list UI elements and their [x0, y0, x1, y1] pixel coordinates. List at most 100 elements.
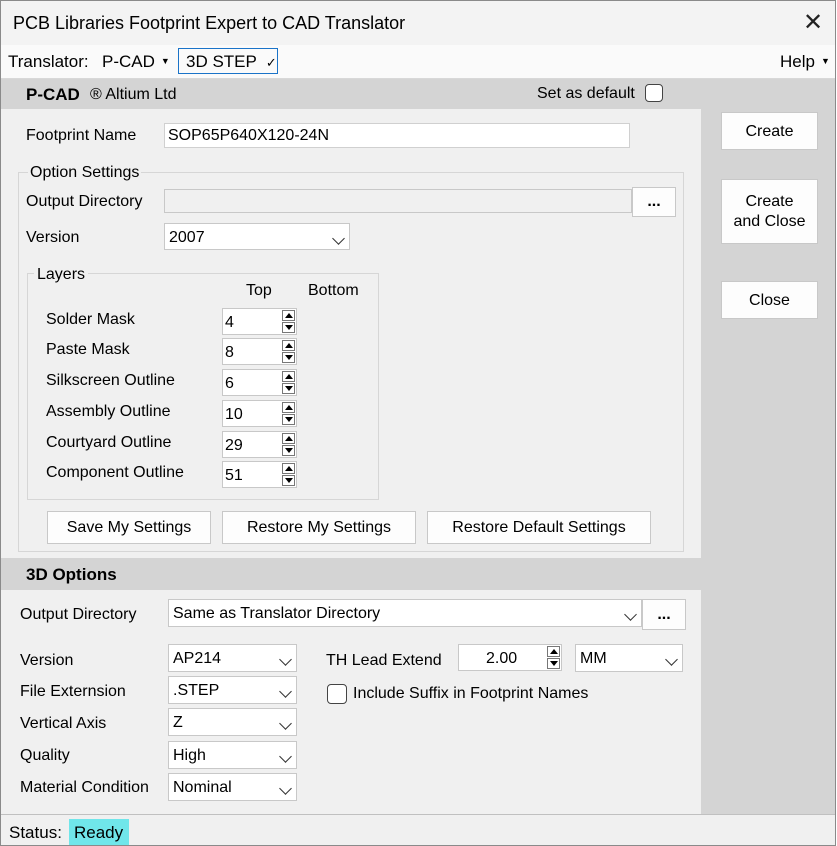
material-condition-label: Material Condition: [20, 779, 149, 796]
set-default-checkbox[interactable]: [645, 84, 663, 102]
spin-up-icon[interactable]: [282, 433, 295, 444]
spin-down-icon[interactable]: [282, 383, 295, 394]
layer-value-silkscreen-outline: 6: [225, 375, 234, 392]
chevron-down-icon: [279, 685, 292, 698]
3d-version-select[interactable]: AP214: [168, 644, 297, 672]
pcad-vendor: ® Altium Ltd: [90, 86, 177, 103]
close-window-icon[interactable]: ✕: [800, 9, 826, 37]
3d-options-header: 3D Options: [1, 558, 701, 590]
version-select[interactable]: 2007: [164, 223, 350, 250]
footprint-name-label: Footprint Name: [26, 127, 137, 144]
menu-pcad-caret-icon: ▼: [160, 56, 170, 66]
layer-label-courtyard-outline: Courtyard Outline: [46, 434, 172, 451]
layer-spin-solder-mask[interactable]: 4: [222, 308, 297, 335]
pcad-header: P-CAD ® Altium Ltd Set as default: [1, 79, 701, 109]
chevron-down-icon: [279, 717, 292, 730]
layer-label-silkscreen-outline: Silkscreen Outline: [46, 372, 175, 389]
material-condition-select[interactable]: Nominal: [168, 773, 297, 801]
layer-spin-paste-mask[interactable]: 8: [222, 338, 297, 365]
chevron-down-icon: [332, 232, 345, 245]
spin-up-icon[interactable]: [282, 463, 295, 474]
close-button[interactable]: Close: [721, 281, 818, 319]
spinner: [282, 402, 295, 426]
include-suffix-label: Include Suffix in Footprint Names: [353, 685, 589, 702]
layer-spin-silkscreen-outline[interactable]: 6: [222, 369, 297, 396]
spinner: [282, 371, 295, 395]
units-select[interactable]: MM: [575, 644, 683, 672]
footprint-name-field[interactable]: SOP65P640X120-24N: [164, 123, 630, 148]
layer-spin-courtyard-outline[interactable]: 29: [222, 431, 297, 458]
spin-down-icon[interactable]: [282, 475, 295, 486]
units-value: MM: [580, 650, 607, 667]
triangle: [285, 355, 293, 360]
triangle: [285, 466, 293, 471]
triangle: [285, 417, 293, 422]
menu-3d-step-label: 3D STEP: [186, 52, 257, 71]
menu-bar: Translator: P-CAD ▼ 3D STEP ✓ Help ▼: [1, 45, 835, 79]
3d-output-directory-select[interactable]: Same as Translator Directory: [168, 599, 642, 627]
triangle: [285, 374, 293, 379]
spin-down-icon[interactable]: [547, 658, 560, 669]
save-my-settings-button[interactable]: Save My Settings: [47, 511, 211, 544]
triangle: [550, 649, 558, 654]
3d-version-label: Version: [20, 652, 74, 669]
triangle: [285, 313, 293, 318]
output-directory-field[interactable]: [164, 189, 632, 213]
spin-up-icon[interactable]: [282, 310, 295, 321]
spin-up-icon[interactable]: [282, 371, 295, 382]
output-directory-browse-button[interactable]: ...: [632, 187, 676, 217]
spin-up-icon[interactable]: [282, 340, 295, 351]
title-bar: PCB Libraries Footprint Expert to CAD Tr…: [1, 1, 835, 45]
layers-label: Layers: [34, 266, 89, 284]
quality-label: Quality: [20, 747, 70, 764]
layer-spin-assembly-outline[interactable]: 10: [222, 400, 297, 427]
menu-3d-step[interactable]: 3D STEP ✓: [178, 48, 278, 74]
menu-help[interactable]: Help ▼: [780, 52, 830, 72]
create-button[interactable]: Create: [721, 112, 818, 150]
layer-spin-component-outline[interactable]: 51: [222, 461, 297, 488]
menu-help-caret-icon: ▼: [820, 56, 830, 66]
th-lead-extend-spinner[interactable]: 2.00: [458, 644, 562, 671]
file-extension-value: .STEP: [173, 682, 220, 699]
checkmark-icon: ✓: [265, 55, 277, 70]
chevron-down-icon: [279, 653, 292, 666]
file-extension-select[interactable]: .STEP: [168, 676, 297, 704]
option-settings-label: Option Settings: [28, 164, 142, 182]
material-condition-value: Nominal: [173, 779, 232, 796]
vertical-axis-value: Z: [173, 714, 183, 731]
spinner: [282, 340, 295, 364]
layer-value-assembly-outline: 10: [225, 406, 243, 423]
vertical-axis-select[interactable]: Z: [168, 708, 297, 736]
include-suffix-checkbox[interactable]: [327, 684, 347, 704]
layer-value-component-outline: 51: [225, 467, 243, 484]
triangle: [285, 448, 293, 453]
spin-down-icon[interactable]: [282, 445, 295, 456]
spin-down-icon[interactable]: [282, 414, 295, 425]
spin-down-icon[interactable]: [282, 322, 295, 333]
spin-up-icon[interactable]: [547, 646, 560, 657]
layer-value-paste-mask: 8: [225, 344, 234, 361]
translator-window: PCB Libraries Footprint Expert to CAD Tr…: [0, 0, 836, 846]
restore-default-settings-button[interactable]: Restore Default Settings: [427, 511, 651, 544]
3d-output-directory-browse-button[interactable]: ...: [642, 599, 686, 630]
status-label: Status:: [9, 823, 62, 842]
triangle: [285, 386, 293, 391]
chevron-down-icon: [279, 782, 292, 795]
chevron-down-icon: [665, 653, 678, 666]
chevron-down-icon: [624, 608, 637, 621]
triangle: [285, 325, 293, 330]
menu-pcad[interactable]: P-CAD ▼: [102, 52, 170, 72]
layers-col-top: Top: [246, 282, 272, 299]
restore-my-settings-button[interactable]: Restore My Settings: [222, 511, 416, 544]
status-bar: Status: Ready: [1, 814, 835, 845]
3d-output-directory-label: Output Directory: [20, 606, 137, 623]
spin-down-icon[interactable]: [282, 352, 295, 363]
spin-up-icon[interactable]: [282, 402, 295, 413]
quality-select[interactable]: High: [168, 741, 297, 769]
version-label: Version: [26, 229, 80, 246]
create-button-label: Create: [745, 123, 794, 140]
version-value: 2007: [169, 229, 205, 246]
triangle: [285, 343, 293, 348]
vertical-axis-label: Vertical Axis: [20, 715, 107, 732]
create-and-close-button[interactable]: Create and Close: [721, 179, 818, 244]
